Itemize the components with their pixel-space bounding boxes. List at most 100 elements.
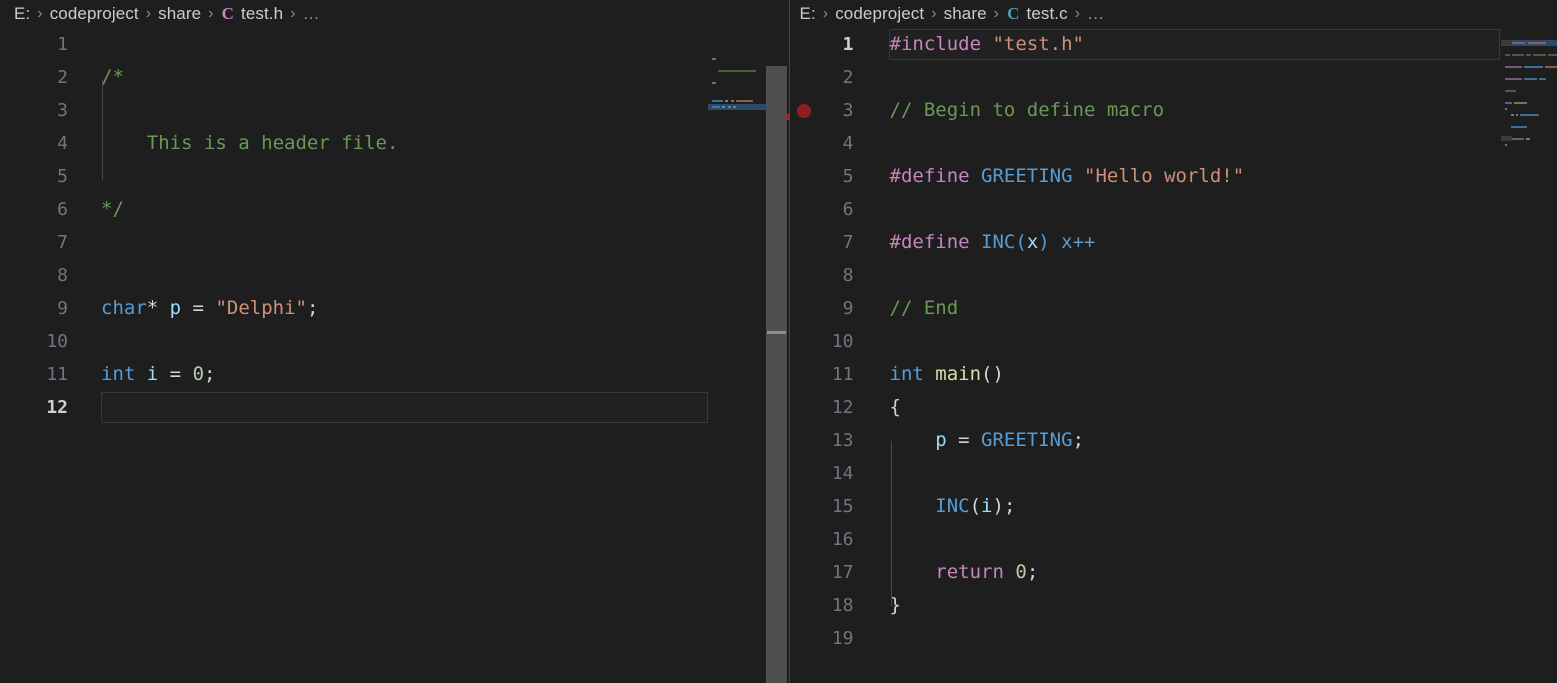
code-line[interactable]: 15 INC(i); bbox=[790, 490, 1557, 523]
code-area-left[interactable]: 1 2/* 3 4 This is a header file. 5 6 */7 8 9 char… bbox=[0, 28, 789, 683]
line-number[interactable]: 7 bbox=[790, 226, 858, 259]
code-line[interactable]: 12 bbox=[0, 391, 789, 424]
line-number[interactable]: 12 bbox=[0, 391, 72, 424]
line-number[interactable]: 4 bbox=[0, 127, 72, 160]
code-line[interactable]: 12 { bbox=[790, 391, 1557, 424]
line-text[interactable]: return 0; bbox=[890, 556, 1038, 589]
code-line[interactable]: 4 This is a header file. bbox=[0, 127, 789, 160]
code-line[interactable]: 2 bbox=[790, 61, 1557, 94]
line-text[interactable]: int main() bbox=[890, 358, 1004, 391]
code-line[interactable]: 14 bbox=[790, 457, 1557, 490]
breadcrumb-overflow[interactable]: … bbox=[303, 4, 321, 24]
breadcrumb-folder-share[interactable]: share bbox=[944, 4, 987, 24]
code-line[interactable]: 10 bbox=[790, 325, 1557, 358]
code-line[interactable]: 1 #include "test.h" bbox=[790, 28, 1557, 61]
code-line[interactable]: 16 bbox=[790, 523, 1557, 556]
line-number[interactable]: 8 bbox=[790, 259, 858, 292]
line-number[interactable]: 9 bbox=[0, 292, 72, 325]
code-line[interactable]: 11 int i = 0; bbox=[0, 358, 789, 391]
code-lines-right[interactable]: 1 #include "test.h" 2 3 // Begin to define m… bbox=[790, 28, 1557, 655]
code-line[interactable]: 6 */ bbox=[0, 193, 789, 226]
line-text[interactable]: #include "test.h" bbox=[890, 28, 1084, 61]
code-line[interactable]: 5 bbox=[0, 160, 789, 193]
line-number[interactable]: 14 bbox=[790, 457, 858, 490]
code-line[interactable]: 17 return 0; bbox=[790, 556, 1557, 589]
breadcrumb-file-name[interactable]: test.c bbox=[1027, 4, 1068, 24]
line-number[interactable]: 3 bbox=[0, 94, 72, 127]
vertical-scrollbar-left[interactable] bbox=[766, 56, 787, 683]
token-function: main bbox=[935, 363, 982, 385]
line-number[interactable]: 18 bbox=[790, 589, 858, 622]
line-text[interactable]: // End bbox=[890, 292, 959, 325]
line-number[interactable]: 19 bbox=[790, 622, 858, 655]
code-line[interactable]: 8 bbox=[0, 259, 789, 292]
line-number[interactable]: 3 bbox=[790, 94, 858, 127]
line-number[interactable]: 5 bbox=[0, 160, 72, 193]
line-number[interactable]: 17 bbox=[790, 556, 858, 589]
line-text[interactable]: #define INC(x) x++ bbox=[890, 226, 1096, 259]
code-line[interactable]: 18} bbox=[790, 589, 1557, 622]
line-text[interactable]: int i = 0; bbox=[101, 358, 215, 391]
code-lines-left[interactable]: 1 2/* 3 4 This is a header file. 5 6 */7 8 9 char… bbox=[0, 28, 789, 424]
code-line[interactable]: 9 char* p = "Delphi"; bbox=[0, 292, 789, 325]
line-text[interactable]: /* bbox=[101, 61, 124, 94]
line-number[interactable]: 9 bbox=[790, 292, 858, 325]
line-text[interactable]: #define GREETING "Hello world!" bbox=[890, 160, 1245, 193]
code-line[interactable]: 11 int main() bbox=[790, 358, 1557, 391]
line-text[interactable]: INC(i); bbox=[890, 490, 1015, 523]
line-number[interactable]: 10 bbox=[0, 325, 72, 358]
line-number[interactable]: 2 bbox=[0, 61, 72, 94]
breadcrumb-drive[interactable]: E: bbox=[800, 4, 816, 24]
line-number[interactable]: 13 bbox=[790, 424, 858, 457]
code-line[interactable]: 19 bbox=[790, 622, 1557, 655]
code-area-right[interactable]: 1 #include "test.h" 2 3 // Begin to define m… bbox=[790, 28, 1557, 683]
line-text[interactable]: */ bbox=[101, 193, 124, 226]
line-number[interactable]: 12 bbox=[790, 391, 858, 424]
line-text[interactable]: { bbox=[890, 391, 901, 424]
token-plain: ; bbox=[1072, 429, 1085, 451]
code-line[interactable]: 5 #define GREETING "Hello world!" bbox=[790, 160, 1557, 193]
breadcrumb-right[interactable]: E: › codeproject › share › C test.c › … bbox=[790, 0, 1557, 28]
line-number[interactable]: 1 bbox=[0, 28, 72, 61]
code-line[interactable]: 10 bbox=[0, 325, 789, 358]
code-line[interactable]: 9 // End bbox=[790, 292, 1557, 325]
code-line[interactable]: 13 p = GREETING; bbox=[790, 424, 1557, 457]
line-number[interactable]: 6 bbox=[790, 193, 858, 226]
line-text[interactable]: p = GREETING; bbox=[890, 424, 1085, 457]
line-number[interactable]: 4 bbox=[790, 127, 858, 160]
breadcrumb-left[interactable]: E: › codeproject › share › C test.h › … bbox=[0, 0, 789, 28]
line-text[interactable]: This is a header file. bbox=[101, 127, 399, 160]
line-number[interactable]: 11 bbox=[0, 358, 72, 391]
line-number[interactable]: 1 bbox=[790, 28, 858, 61]
breadcrumb-overflow[interactable]: … bbox=[1087, 4, 1105, 24]
line-number[interactable]: 5 bbox=[790, 160, 858, 193]
line-number[interactable]: 16 bbox=[790, 523, 858, 556]
line-number[interactable]: 2 bbox=[790, 61, 858, 94]
line-number[interactable]: 10 bbox=[790, 325, 858, 358]
breadcrumb-folder-codeproject[interactable]: codeproject bbox=[50, 4, 139, 24]
code-line[interactable]: 4 bbox=[790, 127, 1557, 160]
minimap-left[interactable] bbox=[708, 56, 766, 683]
line-number[interactable]: 8 bbox=[0, 259, 72, 292]
code-line[interactable]: 3 bbox=[0, 94, 789, 127]
line-text[interactable]: // Begin to define macro bbox=[890, 94, 1165, 127]
breadcrumb-file-name[interactable]: test.h bbox=[241, 4, 283, 24]
code-line[interactable]: 3 // Begin to define macro bbox=[790, 94, 1557, 127]
minimap-right[interactable] bbox=[1501, 40, 1557, 683]
code-line[interactable]: 8 bbox=[790, 259, 1557, 292]
line-number[interactable]: 6 bbox=[0, 193, 72, 226]
line-number[interactable]: 15 bbox=[790, 490, 858, 523]
code-line[interactable]: 7 bbox=[0, 226, 789, 259]
code-line[interactable]: 1 bbox=[0, 28, 789, 61]
line-number[interactable]: 11 bbox=[790, 358, 858, 391]
line-text[interactable]: char* p = "Delphi"; bbox=[101, 292, 318, 325]
breadcrumb-drive[interactable]: E: bbox=[14, 4, 30, 24]
line-number[interactable]: 7 bbox=[0, 226, 72, 259]
breadcrumb-folder-share[interactable]: share bbox=[158, 4, 201, 24]
code-line[interactable]: 7 #define INC(x) x++ bbox=[790, 226, 1557, 259]
code-line[interactable]: 2 /* bbox=[0, 61, 789, 94]
breadcrumb-folder-codeproject[interactable]: codeproject bbox=[835, 4, 924, 24]
scrollbar-slider[interactable] bbox=[766, 66, 787, 683]
code-line[interactable]: 6 bbox=[790, 193, 1557, 226]
